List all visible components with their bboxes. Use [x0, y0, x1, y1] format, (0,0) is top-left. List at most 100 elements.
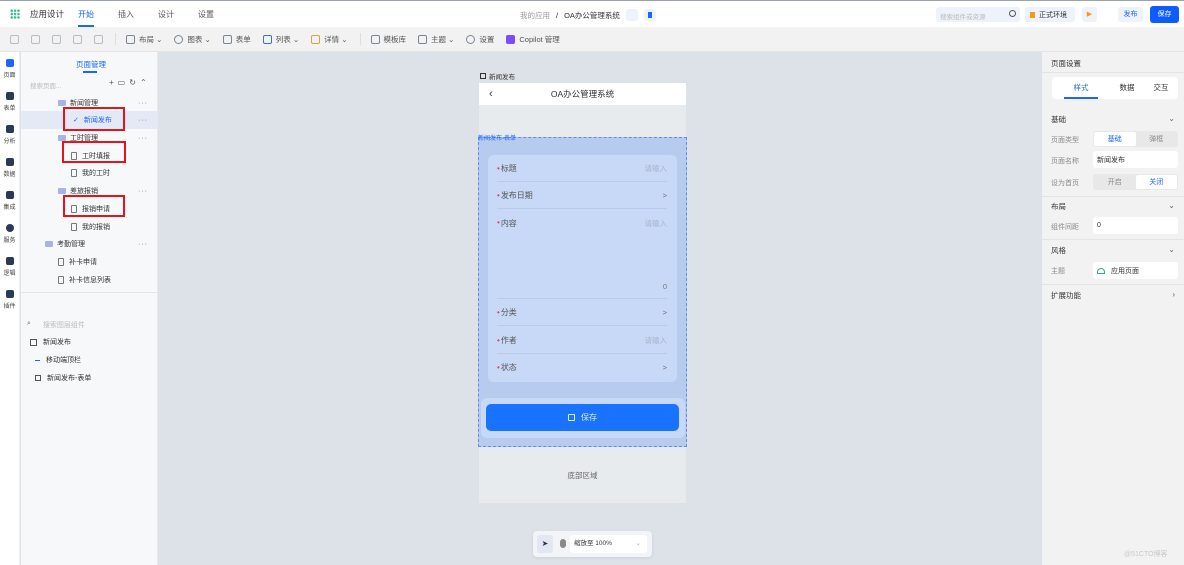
tab-data[interactable]: 数据 [1110, 77, 1144, 99]
canvas-page-label: 新闻发布 [480, 71, 515, 81]
form-field-category[interactable]: • 分类 > [497, 299, 667, 326]
search-input[interactable]: 搜索组件或资源 [936, 7, 1020, 22]
home-page-toggle[interactable]: 开启 关闭 [1093, 174, 1178, 190]
copilot-button[interactable]: Copilot 管理 [506, 34, 560, 45]
integration-icon [5, 190, 14, 199]
required-mark: • [497, 218, 500, 227]
form-field-title[interactable]: • 标题 请输入 [497, 155, 667, 182]
theme-select[interactable]: 应用页面 [1093, 262, 1178, 279]
rail-data[interactable]: 数据 [0, 151, 19, 184]
tree-folder[interactable]: 考勤管理 ··· [21, 235, 158, 253]
highlight-box [63, 195, 125, 217]
section-basic[interactable]: 基础 ⌄ [1051, 114, 1175, 125]
page-type-toggle[interactable]: 基础 弹框 [1093, 131, 1178, 147]
save-button[interactable]: 保存 [1150, 6, 1179, 23]
form-layer-icon [35, 375, 41, 381]
rail-services[interactable]: 服务 [0, 217, 19, 250]
breadcrumb-root[interactable]: 我的应用 [520, 10, 550, 21]
tab-page-management[interactable]: 页面管理 [76, 59, 106, 70]
rail-forms[interactable]: 表单 [0, 85, 19, 118]
page-icon [58, 258, 64, 266]
mobile-header[interactable]: ‹ OA办公管理系统 [479, 83, 686, 105]
environment-button[interactable]: 正式环境 [1025, 7, 1075, 22]
layer-item[interactable]: 新闻发布-表单 [35, 373, 91, 383]
rail-analytics[interactable]: 分析 [0, 118, 19, 151]
layer-label: 移动端顶栏 [46, 357, 81, 364]
tree-page[interactable]: 补卡申请 [21, 253, 158, 271]
top-bar: 应用设计 开始 插入 设计 设置 我的应用 / OA办公管理系统 搜索组件或资源… [0, 0, 1184, 27]
rail-integration[interactable]: 集成 [0, 184, 19, 217]
theme-icon [418, 34, 427, 44]
form-button[interactable]: 表单 [222, 34, 251, 45]
eraser-button[interactable] [73, 34, 82, 44]
option-dialog[interactable]: 弹框 [1136, 132, 1178, 146]
form-field-content[interactable]: • 内容 请输入 0 [497, 210, 667, 299]
more-icon[interactable]: ··· [138, 117, 148, 124]
list-menu[interactable]: 列表 ⌄ [262, 34, 299, 45]
settings-button[interactable]: 设置 [466, 34, 494, 45]
form-field-date[interactable]: • 发布日期 > [497, 182, 667, 209]
add-folder-icon[interactable]: ▭ [118, 78, 126, 87]
theme-menu[interactable]: 主题 ⌄ [418, 34, 454, 45]
tab-settings[interactable]: 设置 [198, 9, 214, 20]
list-label: 列表 [275, 34, 291, 44]
tree-page[interactable]: 我的工时 [21, 164, 158, 182]
rail-plugins[interactable]: 插件 [0, 283, 19, 316]
refresh-icon[interactable]: ↻ [129, 78, 136, 87]
gap-input[interactable]: 0 [1093, 217, 1178, 234]
paste-button[interactable] [31, 34, 40, 44]
section-extensions[interactable]: 扩展功能 › [1051, 290, 1175, 301]
tab-design[interactable]: 设计 [158, 9, 174, 20]
rail-logic[interactable]: 逻辑 [0, 250, 19, 283]
rail-pages[interactable]: 页面 [0, 52, 19, 85]
collapse-icon[interactable]: ⌃ [140, 78, 147, 87]
option-on[interactable]: 开启 [1094, 175, 1136, 189]
more-icon[interactable]: ··· [138, 188, 148, 195]
page-search-input[interactable]: 搜索页面... [30, 80, 61, 90]
tree-page[interactable]: 补卡信息列表 [21, 271, 158, 289]
tab-insert[interactable]: 插入 [118, 9, 134, 20]
form-save-button[interactable]: 保存 [486, 404, 679, 431]
layer-search-input[interactable]: ⌕ 搜索图层组件 [27, 320, 85, 330]
chart-menu[interactable]: 图表 ⌄ [174, 34, 211, 45]
search-icon: ⌕ [27, 320, 31, 327]
desktop-view-icon[interactable] [625, 9, 638, 21]
back-icon[interactable]: ‹ [489, 83, 493, 105]
publish-button[interactable]: 发布 [1118, 7, 1143, 22]
layer-item[interactable]: 移动端顶栏 [35, 355, 81, 365]
detail-menu[interactable]: 详情 ⌄ [311, 34, 348, 45]
pointer-tool-icon[interactable]: ➤ [537, 535, 553, 553]
copy-button[interactable] [10, 34, 19, 44]
gap-label: 组件间距 [1051, 224, 1079, 231]
app-grid-icon[interactable] [10, 9, 20, 19]
more-icon[interactable]: ··· [138, 135, 148, 142]
search-icon[interactable] [1009, 10, 1016, 17]
option-off[interactable]: 关闭 [1135, 175, 1177, 189]
add-icon[interactable]: + [109, 78, 114, 87]
divider [115, 33, 116, 45]
hand-tool-icon[interactable] [560, 539, 566, 548]
layer-item[interactable]: 新闻发布 [30, 337, 71, 347]
zoom-select[interactable]: 缩放至 100% ⌄ [570, 535, 647, 553]
form-field-status[interactable]: • 状态 > [497, 354, 667, 381]
clear-button[interactable] [94, 34, 103, 44]
form-component-label: 新闻发布-表单 [478, 136, 516, 142]
delete-button[interactable] [52, 34, 61, 44]
page-layer-icon [30, 338, 37, 346]
section-layout[interactable]: 布局 ⌄ [1051, 201, 1175, 212]
more-icon[interactable]: ··· [138, 100, 148, 107]
section-style[interactable]: 风格 ⌄ [1051, 245, 1175, 256]
tab-style[interactable]: 样式 [1064, 77, 1098, 99]
preview-button[interactable]: ▶ [1082, 7, 1097, 22]
option-basic[interactable]: 基础 [1094, 132, 1136, 146]
form-field-author[interactable]: • 作者 请输入 [497, 327, 667, 354]
page-name-input[interactable]: 新闻发布 [1093, 151, 1178, 168]
tab-start[interactable]: 开始 [78, 9, 95, 27]
layout-menu[interactable]: 布局 ⌄ [126, 34, 162, 45]
mobile-view-icon[interactable] [643, 9, 656, 21]
template-library-button[interactable]: 模板库 [370, 34, 406, 45]
tab-interaction[interactable]: 交互 [1144, 77, 1178, 99]
tree-page[interactable]: 我的报销 [21, 218, 158, 236]
more-icon[interactable]: ··· [138, 241, 148, 248]
highlight-box [62, 141, 126, 163]
